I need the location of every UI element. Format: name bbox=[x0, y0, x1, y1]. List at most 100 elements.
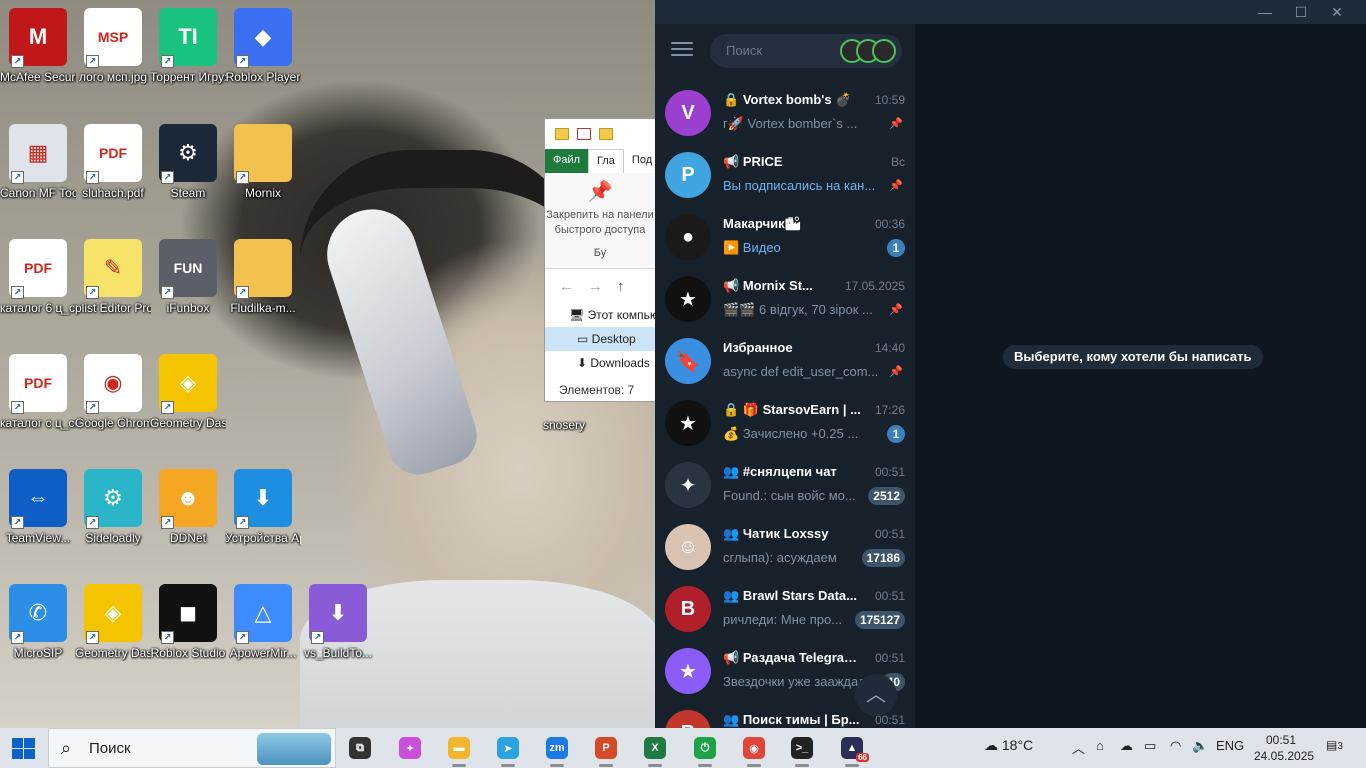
wifi-icon[interactable]: ◠ bbox=[1170, 738, 1181, 754]
properties-icon[interactable] bbox=[577, 128, 591, 140]
back-arrow-icon[interactable]: ← bbox=[559, 278, 574, 295]
terminal-taskbar-button[interactable]: >_ bbox=[785, 732, 819, 767]
tree-item-label: Этот компьютер bbox=[587, 308, 655, 322]
shortcut-arrow-icon: ↗ bbox=[311, 631, 324, 644]
cloud-sync-icon[interactable]: ☁ bbox=[1120, 738, 1133, 754]
desktop-icon[interactable]: ⚙ ↗ Steam bbox=[150, 124, 226, 201]
unread-badge: 1 bbox=[887, 425, 905, 443]
desktop-icon[interactable]: ▦↗ Canon MF Toolbox 4.9 bbox=[0, 124, 76, 201]
shortcut-arrow-icon: ↗ bbox=[236, 516, 249, 529]
desktop-icon[interactable]: ◈ ↗ Geometry Dash bbox=[75, 584, 151, 661]
desktop-icon[interactable]: ◼ ↗ Roblox Studio bbox=[150, 584, 226, 661]
desktop-icon[interactable]: PDF↗ каталог с ц_compres... bbox=[0, 354, 76, 431]
desktop-icon[interactable]: FUN ↗ iFunbox bbox=[150, 239, 226, 316]
scroll-up-button[interactable]: ︿ bbox=[855, 674, 897, 716]
chat-item[interactable]: B 👥 Brawl Stars Data... 00:51 ричледи: Мне … bbox=[655, 578, 915, 640]
desktop-icon[interactable]: ☻ ↗ DDNet bbox=[150, 469, 226, 546]
chat-item[interactable]: ✦ 👥 #снялцепи чат 00:51 Found.: сын войс мо… bbox=[655, 454, 915, 516]
power-app-icon: ⏻ bbox=[694, 737, 716, 759]
folder-icon[interactable] bbox=[599, 128, 613, 140]
chat-item[interactable]: P 📢 PRICE Вс Вы подписались на кан... 📌 bbox=[655, 144, 915, 206]
tree-item-downloads[interactable]: ⬇ Downloads bbox=[545, 351, 655, 375]
desktop-icon[interactable]: ◈ ↗ Geometry Dash bbox=[150, 354, 226, 431]
chat-time: 17:26 bbox=[874, 403, 905, 417]
pin-quick-access-label[interactable]: Закрепить на панели быстрого доступа bbox=[545, 208, 655, 238]
story-avatar[interactable] bbox=[872, 39, 896, 63]
weather-widget[interactable]: ☁ 18°C bbox=[984, 737, 1033, 754]
chat-list: V 🔒 Vortex bomb's 💣 10:59 г🚀 Vortex bomber`… bbox=[655, 82, 915, 728]
minimize-icon[interactable]: — bbox=[1247, 2, 1283, 22]
chrome-taskbar-button[interactable]: ◉ bbox=[737, 732, 771, 767]
desktop-icon-snosery[interactable]: snosery bbox=[526, 414, 602, 433]
zoom-taskbar-button[interactable]: zm bbox=[540, 732, 574, 767]
pin-icon[interactable]: 📌 bbox=[545, 182, 655, 202]
app-icon: ↗ bbox=[234, 124, 292, 184]
shortcut-arrow-icon: ↗ bbox=[236, 631, 249, 644]
chat-item[interactable]: 🔖 Избранное 14:40 async def edit_user_com..… bbox=[655, 330, 915, 392]
tree-item-desktop[interactable]: ▭ Desktop bbox=[545, 327, 655, 351]
chat-item[interactable]: ● Макарчик🏙 00:36 ▶️ Видео 1 bbox=[655, 206, 915, 268]
task-view-taskbar-button[interactable]: ⧉ bbox=[343, 732, 377, 764]
telegram-taskbar-button[interactable]: ➤ bbox=[491, 732, 525, 767]
desktop-icon[interactable]: ⬇↗ Устройства Apple Inst... bbox=[225, 469, 301, 546]
powerpoint-taskbar-button[interactable]: P bbox=[589, 732, 623, 767]
file-explorer-window[interactable]: Файл Гла Под 📌 Закрепить на панели быстр… bbox=[544, 118, 656, 402]
desktop-icon[interactable]: ↗ Mornix bbox=[225, 124, 301, 201]
shortcut-arrow-icon: ↗ bbox=[11, 286, 24, 299]
chevron-up-icon[interactable]: ︿ bbox=[1072, 738, 1085, 757]
chat-item[interactable]: ☺ 👥 Чатик Loxssy 00:51 сглыпа): асуждаем 171… bbox=[655, 516, 915, 578]
delta-app-taskbar-button[interactable]: ▲ 66 bbox=[835, 732, 869, 767]
file-explorer-taskbar-button[interactable]: ▬ bbox=[442, 732, 476, 767]
desktop-icon[interactable]: TI↗ Торрент Игруха bbox=[150, 8, 226, 85]
taskbar-search[interactable]: ⌕ Поиск bbox=[48, 728, 336, 768]
chat-item[interactable]: ★ 📢 Mornix St... 17.05.2025 🎬🎬 6 відгук, 70… bbox=[655, 268, 915, 330]
notifications-icon[interactable]: ▤3 bbox=[1326, 738, 1346, 758]
desktop-icon[interactable]: MSP ↗ лого мсп.jpg bbox=[75, 8, 151, 85]
tab-share[interactable]: Под bbox=[624, 149, 655, 173]
battery-icon[interactable]: ▭ bbox=[1144, 738, 1156, 754]
windows-start-icon[interactable] bbox=[8, 736, 38, 760]
desktop-icon-label: MicroSIP bbox=[13, 646, 63, 660]
desktop-icon[interactable]: ⬇ ↗ vs_BuildTo... bbox=[300, 584, 376, 661]
desktop-icon-label: Sideloadly bbox=[85, 531, 141, 545]
language-indicator[interactable]: ENG bbox=[1216, 738, 1244, 753]
desktop-icon[interactable]: ↗ Fludilka-m... bbox=[225, 239, 301, 316]
clock[interactable]: 00:51 24.05.2025 bbox=[1254, 732, 1314, 764]
power-app-taskbar-button[interactable]: ⏻ bbox=[688, 732, 722, 767]
maximize-icon[interactable]: ☐ bbox=[1283, 2, 1319, 22]
usb-icon[interactable]: ⌂ bbox=[1096, 738, 1104, 753]
desktop-icon[interactable]: △ ↗ ApowerMir... bbox=[225, 584, 301, 661]
volume-icon[interactable]: 🔈 bbox=[1192, 738, 1208, 754]
tab-file[interactable]: Файл bbox=[545, 149, 589, 173]
folder-icon[interactable] bbox=[555, 128, 569, 140]
copilot-taskbar-button[interactable]: ✦ bbox=[393, 732, 427, 764]
desktop-icon[interactable]: PDF ↗ sluhach.pdf bbox=[75, 124, 151, 201]
app-icon: ⚙ ↗ bbox=[159, 124, 217, 184]
desktop-icon[interactable]: ◉↗ Google Chrome bbox=[75, 354, 151, 431]
window-titlebar: — ☐ ✕ bbox=[655, 0, 1366, 24]
desktop-icon[interactable]: ✎ ↗ plist Editor Pro bbox=[75, 239, 151, 316]
close-icon[interactable]: ✕ bbox=[1319, 2, 1355, 22]
desktop-icon[interactable]: ⚙ ↗ Sideloadly bbox=[75, 469, 151, 546]
forward-arrow-icon[interactable]: → bbox=[588, 278, 603, 295]
search-input[interactable]: Поиск bbox=[710, 34, 902, 68]
excel-taskbar-button[interactable]: X bbox=[638, 732, 672, 767]
tab-home[interactable]: Гла bbox=[588, 149, 624, 173]
chat-item[interactable]: V 🔒 Vortex bomb's 💣 10:59 г🚀 Vortex bomber`… bbox=[655, 82, 915, 144]
chat-item[interactable]: ★ 🔒 🎁 StarsovEarn | ... 17:26 💰 Зачислено +… bbox=[655, 392, 915, 454]
weather-temp: 18°C bbox=[1001, 737, 1034, 753]
app-icon: FUN ↗ bbox=[159, 239, 217, 299]
hamburger-menu-icon[interactable] bbox=[671, 42, 693, 58]
up-arrow-icon[interactable]: ↑ bbox=[617, 278, 625, 295]
terminal-icon: >_ bbox=[791, 737, 813, 759]
stories-avatars[interactable] bbox=[840, 39, 896, 63]
desktop-icon[interactable]: PDF↗ каталог 6 ц_compres... bbox=[0, 239, 76, 316]
desktop-icon[interactable]: ◆ ↗ Roblox Player bbox=[225, 8, 301, 85]
chat-name: 👥 Чатик Loxssy bbox=[723, 526, 829, 541]
desktop-icon[interactable]: M↗ McAfee Security Sc... bbox=[0, 8, 76, 85]
desktop-icon[interactable]: ✆ ↗ MicroSIP bbox=[0, 584, 76, 661]
notification-count: 3 bbox=[1337, 741, 1343, 752]
tree-item-this-pc[interactable]: 🖥 Этот компьютер bbox=[545, 303, 655, 327]
unread-badge: 175127 bbox=[854, 611, 905, 629]
desktop-icon[interactable]: ⇔ ↗ TeamView... bbox=[0, 469, 76, 546]
